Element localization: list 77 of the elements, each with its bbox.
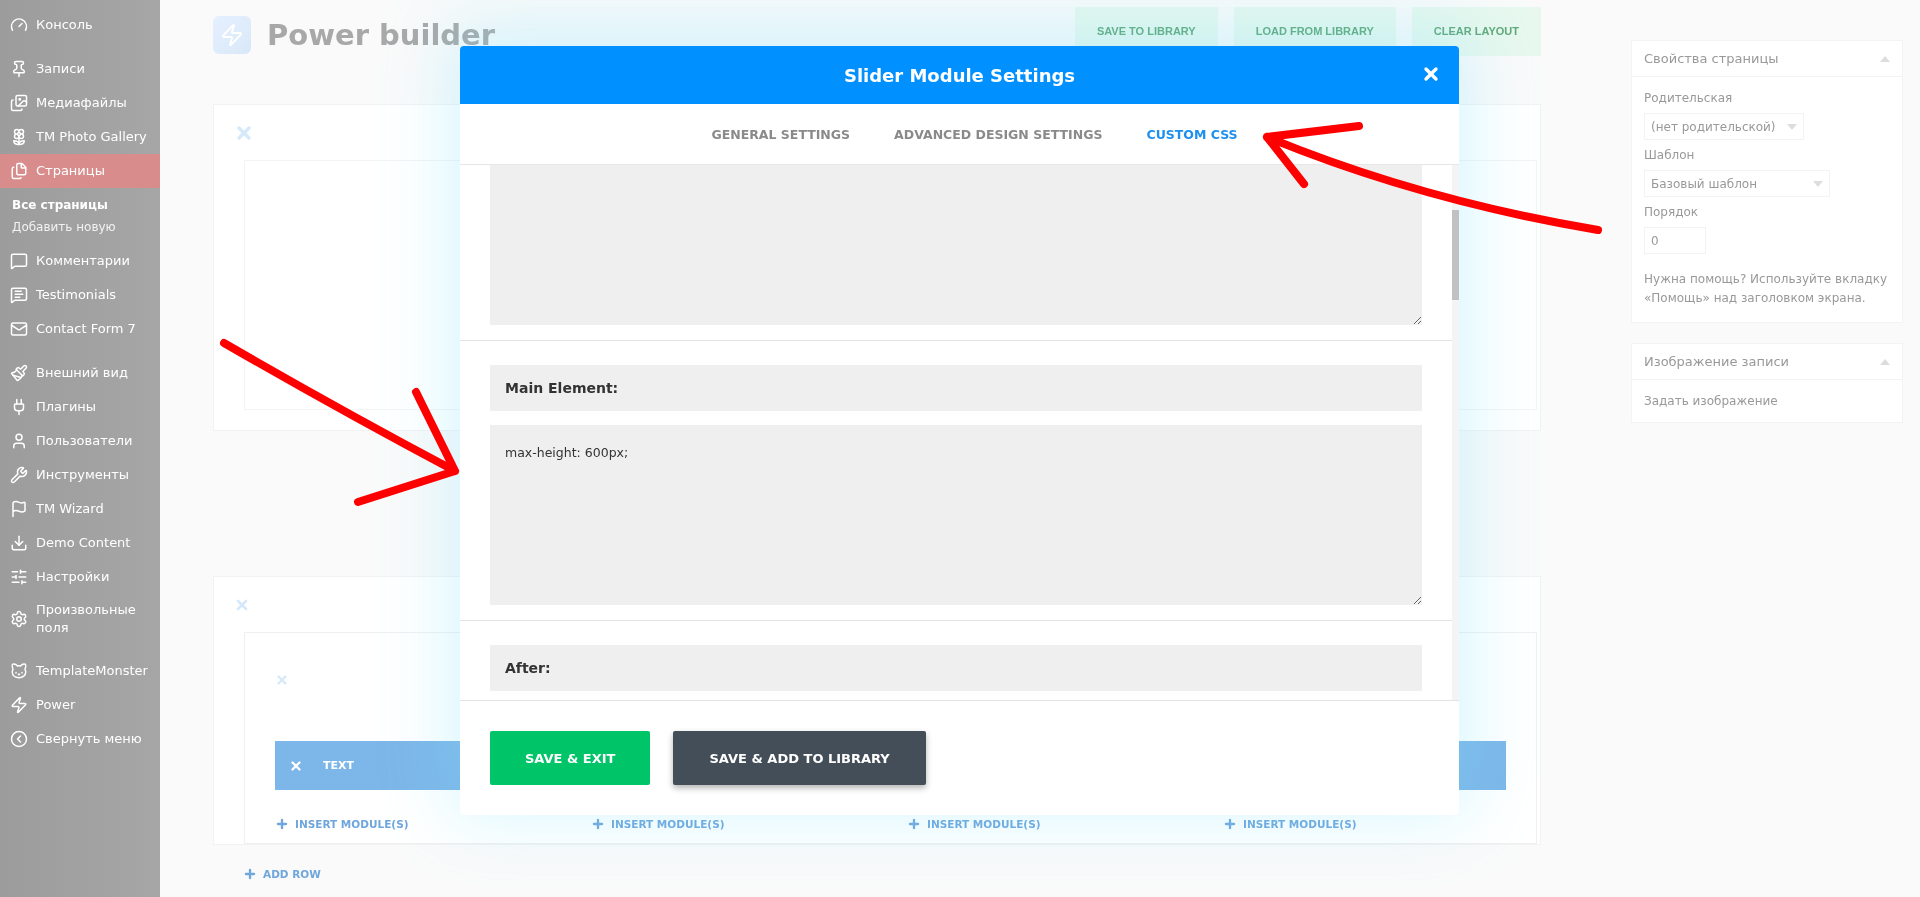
menu-icon	[10, 320, 28, 338]
sidebar-item[interactable]: Медиафайлы	[0, 86, 160, 120]
tab[interactable]: ADVANCED DESIGN SETTINGS	[892, 120, 1105, 148]
sidebar-item[interactable]: Свернуть меню	[0, 722, 160, 757]
menu-icon	[10, 568, 28, 586]
sidebar-item[interactable]: TM Photo Gallery	[0, 120, 160, 154]
sidebar-item[interactable]: Записи	[0, 52, 160, 86]
menu-icon	[10, 534, 28, 552]
submenu-item[interactable]: Добавить новую	[0, 216, 160, 238]
field-label: Порядок	[1644, 205, 1700, 219]
menu-icon	[10, 730, 28, 749]
select-field[interactable]: (нет родительской)	[1644, 113, 1804, 140]
help-text: Нужна помощь? Используйте вкладку «Помощь» над заголовком экрана.	[1644, 271, 1889, 308]
lightning-logo-icon	[213, 16, 251, 54]
tab[interactable]: GENERAL SETTINGS	[709, 120, 853, 148]
sidebar-item[interactable]: TM Wizard	[0, 492, 160, 526]
field-label: Шаблон	[1644, 148, 1696, 162]
field-label: Родительская	[1644, 91, 1734, 105]
menu-icon	[10, 466, 28, 484]
plus-icon	[591, 817, 605, 831]
sidebar-item[interactable]: Внешний вид	[0, 356, 160, 390]
page-title: Power builder	[267, 18, 497, 52]
menu-icon	[10, 128, 28, 146]
add-row-button[interactable]: ADD ROW	[243, 867, 1541, 881]
box-title: Свойства страницы	[1644, 51, 1779, 66]
submenu-item[interactable]: Все страницы	[0, 194, 160, 216]
insert-module-button[interactable]: INSERT MODULE(S)	[907, 817, 1223, 831]
box-title: Изображение записи	[1644, 354, 1790, 370]
plus-icon	[907, 817, 921, 831]
sidebar-item[interactable]: Contact Form 7	[0, 312, 160, 346]
css-textarea[interactable]	[490, 165, 1422, 325]
plus-icon	[1223, 817, 1237, 831]
save-button[interactable]: SAVE & EXIT	[490, 731, 651, 785]
dialog-title: Slider Module Settings	[843, 64, 1076, 86]
sidebar-item[interactable]: Плагины	[0, 390, 160, 424]
select-field[interactable]: Базовый шаблон	[1644, 170, 1830, 197]
sidebar-item[interactable]: Настройки	[0, 560, 160, 594]
menu-icon	[10, 696, 28, 715]
sidebar-item[interactable]: Комментарии	[0, 244, 160, 278]
input-field[interactable]: 0	[1644, 227, 1706, 254]
menu-icon	[10, 286, 28, 304]
toolbar-button[interactable]: CLEAR LAYOUT	[1411, 6, 1541, 56]
menu-icon	[10, 662, 28, 681]
sidebar-item[interactable]: Demo Content	[0, 526, 160, 560]
menu-icon	[10, 252, 28, 270]
menu-icon	[10, 162, 28, 180]
menu-icon	[10, 364, 28, 382]
sidebar-item[interactable]: Произвольные поля	[0, 594, 160, 645]
sidebar-item[interactable]: Инструменты	[0, 458, 160, 492]
sidebar-item[interactable]: Power	[0, 688, 160, 723]
save-button[interactable]: SAVE & ADD TO LIBRARY	[673, 731, 926, 785]
sidebar-item[interactable]: Пользователи	[0, 424, 160, 458]
css-textarea[interactable]: max-height: 600px;	[490, 425, 1422, 605]
insert-module-button[interactable]: INSERT MODULE(S)	[591, 817, 907, 831]
module-label: TEXT	[323, 759, 354, 772]
insert-module-button[interactable]: INSERT MODULE(S)	[275, 817, 591, 831]
toggle-icon[interactable]	[1880, 358, 1890, 365]
menu-icon	[10, 16, 28, 34]
sidebar-item[interactable]: Консоль	[0, 8, 160, 42]
sidebar-item[interactable]: Testimonials	[0, 278, 160, 312]
close-button[interactable]	[1421, 64, 1441, 84]
menu-icon	[10, 60, 28, 78]
plus-icon	[275, 817, 289, 831]
sidebar-item[interactable]: Страницы	[0, 154, 160, 188]
scrollbar[interactable]	[1452, 165, 1459, 700]
toggle-icon[interactable]	[1880, 55, 1890, 62]
menu-icon	[10, 610, 28, 629]
menu-icon	[10, 432, 28, 450]
tab[interactable]: CUSTOM CSS	[1144, 120, 1240, 148]
field-label: After:	[490, 645, 1422, 691]
set-image-link[interactable]: Задать изображение	[1644, 394, 1890, 409]
menu-icon	[10, 94, 28, 112]
sidebar-item[interactable]: TemplateMonster	[0, 654, 160, 689]
field-label: Main Element:	[490, 365, 1422, 411]
insert-module-button[interactable]: INSERT MODULE(S)	[1223, 817, 1539, 831]
menu-icon	[10, 500, 28, 518]
plus-icon	[243, 867, 257, 881]
